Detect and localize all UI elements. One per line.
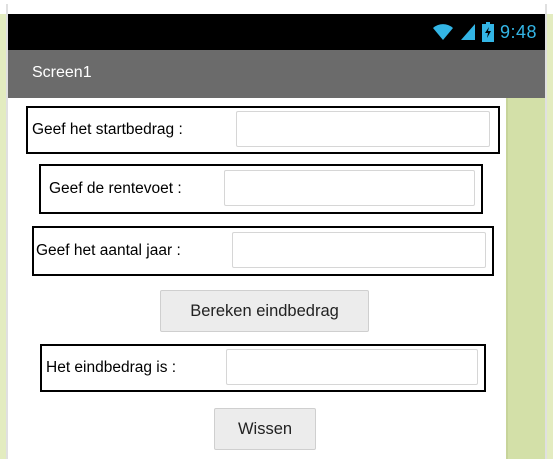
rentevoet-row: Geef de rentevoet : (39, 164, 483, 214)
startbedrag-label: Geef het startbedrag : (32, 121, 183, 138)
eindbedrag-output (226, 349, 478, 385)
screen-title: Screen1 (32, 64, 92, 81)
screen: 9:48 Screen1 Geef het startbedrag : Geef… (0, 0, 553, 459)
wifi-icon (432, 24, 453, 40)
status-bar: 9:48 (8, 14, 545, 50)
side-panel (506, 98, 545, 459)
startbedrag-input[interactable] (236, 111, 490, 147)
rentevoet-input[interactable] (224, 170, 475, 206)
eindbedrag-row: Het eindbedrag is : (40, 344, 486, 392)
status-icons: 9:48 (432, 14, 537, 50)
status-time: 9:48 (499, 21, 537, 42)
signal-icon (460, 24, 475, 40)
phone-frame: 9:48 Screen1 Geef het startbedrag : Geef… (6, 4, 547, 459)
rentevoet-label: Geef de rentevoet : (49, 180, 182, 197)
aantal-jaar-row: Geef het aantal jaar : (32, 226, 494, 276)
screen-content: Geef het startbedrag : Geef de rentevoet… (8, 98, 506, 459)
aantal-jaar-label: Geef het aantal jaar : (36, 242, 181, 259)
startbedrag-row: Geef het startbedrag : (26, 106, 500, 154)
wissen-button[interactable]: Wissen (214, 408, 316, 450)
app-title-bar: Screen1 (8, 50, 545, 98)
bereken-eindbedrag-button[interactable]: Bereken eindbedrag (160, 290, 369, 332)
eindbedrag-label: Het eindbedrag is : (46, 359, 177, 376)
battery-icon (481, 22, 494, 42)
aantal-jaar-input[interactable] (232, 232, 486, 268)
